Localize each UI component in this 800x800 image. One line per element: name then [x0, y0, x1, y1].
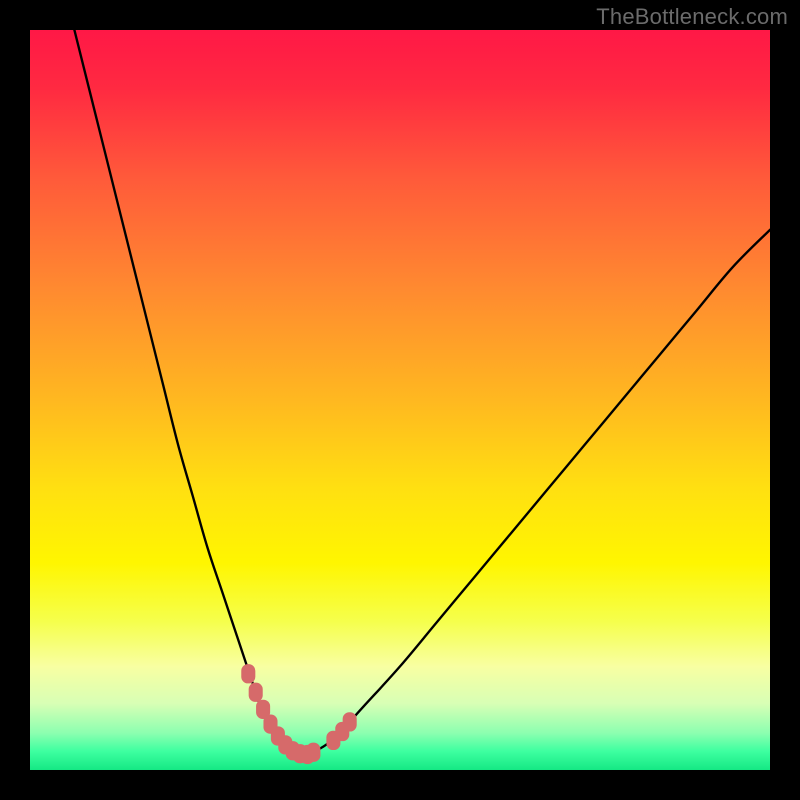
bottleneck-curve: [74, 30, 770, 756]
marker-point: [306, 743, 320, 762]
marker-point: [241, 664, 255, 683]
highlighted-points: [241, 664, 356, 764]
watermark-text: TheBottleneck.com: [596, 4, 788, 30]
marker-point: [249, 683, 263, 702]
marker-point: [343, 712, 357, 731]
chart-frame: TheBottleneck.com: [0, 0, 800, 800]
curve-layer: [30, 30, 770, 770]
plot-area: [30, 30, 770, 770]
